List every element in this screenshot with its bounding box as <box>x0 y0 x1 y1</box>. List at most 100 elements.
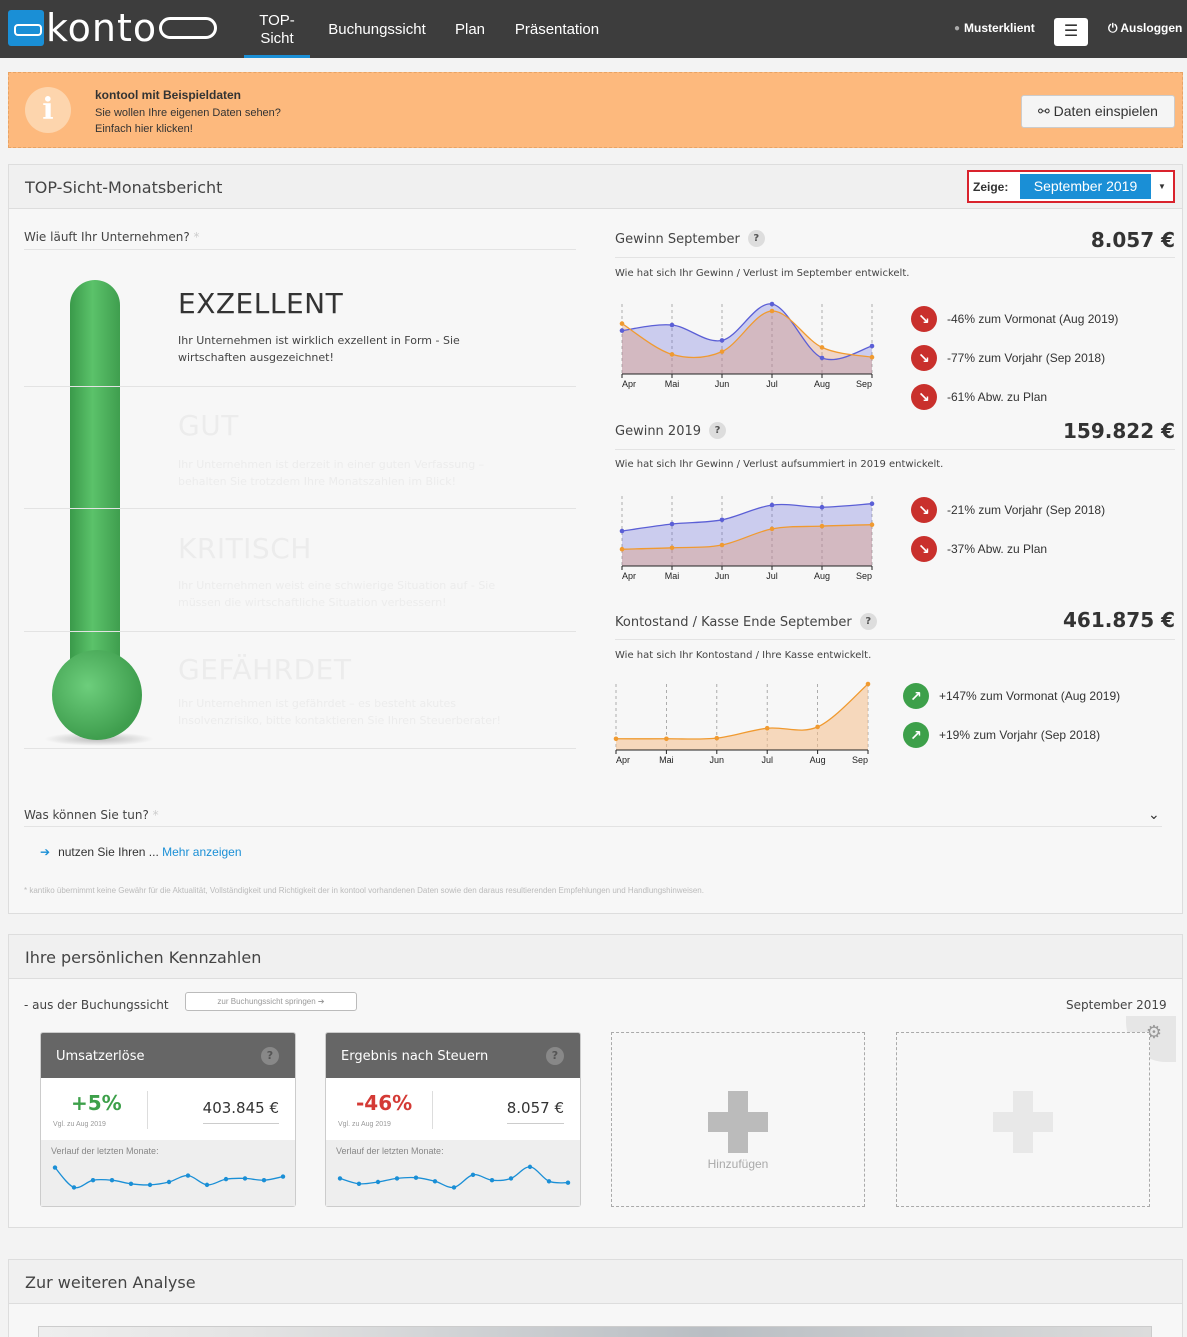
help-icon[interactable]: ? <box>546 1047 564 1065</box>
add-kpi-card[interactable]: Hinzufügen <box>611 1032 865 1207</box>
level-title-endangered: GEFÄHRDET <box>178 653 352 686</box>
divider <box>24 631 576 632</box>
jump-to-buchungssicht-button[interactable]: zur Buchungssicht springen ➔ <box>185 992 357 1011</box>
help-icon[interactable]: ? <box>747 230 765 247</box>
chart-tick-label: Jun <box>715 379 730 389</box>
report-title: TOP-Sicht-Monatsbericht <box>25 178 223 197</box>
stat-item: ↘ -61% Abw. zu Plan <box>911 384 1047 410</box>
chart-point <box>869 501 875 506</box>
chart-tick-label: Mai <box>659 755 674 765</box>
chart-gewinn-2019: Apr Mai Jun Jul Aug Sep <box>619 496 875 581</box>
top-navbar: konto TOP- Sicht Buchungssicht Plan Präs… <box>0 0 1187 58</box>
month-selector-label: Zeige: <box>973 180 1009 194</box>
kontool-logo[interactable]: konto <box>8 6 226 50</box>
banner-title: kontool mit Beispieldaten <box>95 88 242 102</box>
divider <box>615 639 1175 640</box>
sparkline-point <box>204 1182 210 1188</box>
action-item: ➔ nutzen Sie Ihren ... Mehr anzeigen <box>40 845 242 859</box>
chart-point <box>769 526 775 532</box>
chart-point <box>714 735 720 741</box>
user-name: Musterklient <box>964 21 1035 35</box>
stat-text: -77% zum Vorjahr (Sep 2018) <box>947 351 1106 365</box>
caret-down-icon[interactable]: ▼ <box>1153 174 1171 199</box>
chart-point <box>819 523 825 529</box>
month-selector[interactable]: Zeige: September 2019 ▼ <box>967 170 1175 203</box>
analysis-title: Zur weiteren Analyse <box>25 1273 196 1292</box>
nav-top-sicht-line2: Sicht <box>260 29 294 47</box>
kpi-card-ergebnis[interactable]: Ergebnis nach Steuern ? -46% Vgl. zu Aug… <box>325 1032 581 1207</box>
arrow-down-right-icon: ↘ <box>911 384 937 410</box>
level-title-excellent: EXZELLENT <box>178 287 344 320</box>
stat-text: +147% zum Vormonat (Aug 2019) <box>939 689 1121 703</box>
chart-point <box>719 542 725 548</box>
metric-title-text: Gewinn 2019 <box>615 424 702 439</box>
month-selector-value[interactable]: September 2019 <box>1020 174 1151 199</box>
chevron-down-icon[interactable]: ⌄ <box>1148 806 1160 823</box>
sparkline-point <box>185 1173 191 1178</box>
sparkline-point <box>223 1176 229 1182</box>
metric-value-gewinn-2019: 159.822 € <box>1063 419 1175 443</box>
sparkline-point <box>432 1179 438 1184</box>
sparkline-point <box>71 1185 77 1190</box>
sparkline-point <box>242 1176 248 1181</box>
stat-item: ↘ -46% zum Vormonat (Aug 2019) <box>911 306 1118 332</box>
level-text-critical: Ihr Unternehmen weist eine schwierige Si… <box>178 579 496 609</box>
nav-top-sicht[interactable]: TOP- Sicht <box>244 0 310 58</box>
chart-point <box>869 522 875 527</box>
help-icon[interactable]: ? <box>709 422 727 439</box>
analysis-preview[interactable] <box>38 1326 1152 1337</box>
kpi-sparkline <box>52 1165 286 1190</box>
help-icon[interactable]: ? <box>261 1047 279 1065</box>
sparkline-point <box>52 1165 58 1170</box>
hamburger-menu-icon[interactable]: ☰ <box>1054 18 1088 46</box>
logout-button[interactable]: ⏻ Ausloggen <box>1108 21 1182 36</box>
actions-heading: Was können Sie tun? * <box>24 808 159 822</box>
user-menu[interactable]: ● Musterklient <box>954 21 1035 35</box>
sparkline-point <box>508 1176 514 1181</box>
add-kpi-card-empty[interactable] <box>896 1032 1150 1207</box>
stat-item: ↘ -21% zum Vorjahr (Sep 2018) <box>911 497 1105 523</box>
kennzahlen-month: September 2019 <box>1066 998 1167 1012</box>
nav-praesentation[interactable]: Präsentation <box>506 0 608 58</box>
help-icon[interactable]: ? <box>859 613 877 630</box>
divider <box>24 826 1162 827</box>
metric-title-gewinn-2019: Gewinn 2019? <box>615 422 727 439</box>
stat-text: -46% zum Vormonat (Aug 2019) <box>947 312 1119 326</box>
chart-point <box>764 725 770 731</box>
chart-kontostand: Apr Mai Jun Jul Aug Sep <box>613 681 871 765</box>
chart-point <box>819 355 825 361</box>
chart-point <box>613 736 619 742</box>
metric-subtitle: Wie hat sich Ihr Gewinn / Verlust aufsum… <box>615 459 944 470</box>
nav-buchungssicht[interactable]: Buchungssicht <box>318 0 436 58</box>
chart-point <box>769 502 775 508</box>
import-data-button[interactable]: ⚯ Daten einspielen <box>1021 95 1175 128</box>
sparkline-point <box>527 1164 533 1170</box>
chart-tick-label: Aug <box>814 571 830 581</box>
arrow-down-right-icon: ↘ <box>911 497 937 523</box>
chart-point <box>719 349 725 354</box>
banner-line-2[interactable]: Einfach hier klicken! <box>95 123 193 135</box>
kpi-card-header: Ergebnis nach Steuern ? <box>326 1033 580 1078</box>
kpi-card-header: Umsatzerlöse ? <box>41 1033 295 1078</box>
sample-data-banner[interactable]: i kontool mit Beispieldaten Sie wollen I… <box>8 72 1183 148</box>
kennzahlen-header: Ihre persönlichen Kennzahlen <box>9 935 1182 979</box>
chart-point <box>719 517 725 523</box>
chart-tick-label: Jul <box>761 755 773 765</box>
action-text: nutzen Sie Ihren ... <box>58 845 163 859</box>
metric-title-text: Kontostand / Kasse Ende September <box>615 615 852 630</box>
kpi-comparison: Vgl. zu Aug 2019 <box>53 1121 106 1128</box>
kpi-card-umsatzerloese[interactable]: Umsatzerlöse ? +5% Vgl. zu Aug 2019 403.… <box>40 1032 296 1207</box>
metric-title-kontostand: Kontostand / Kasse Ende September? <box>615 613 877 630</box>
analysis-header: Zur weiteren Analyse <box>9 1260 1182 1304</box>
logo-mark-icon <box>8 10 44 46</box>
show-more-link[interactable]: Mehr anzeigen <box>162 845 241 859</box>
kpi-comparison: Vgl. zu Aug 2019 <box>338 1121 391 1128</box>
chart-point <box>869 354 875 360</box>
nav-plan[interactable]: Plan <box>446 0 494 58</box>
stat-text: -61% Abw. zu Plan <box>947 390 1048 404</box>
kennzahlen-title: Ihre persönlichen Kennzahlen <box>25 948 262 967</box>
sparkline-point <box>280 1174 286 1179</box>
chart-point <box>619 528 625 534</box>
actions-heading-text: Was können Sie tun? <box>24 808 149 822</box>
chart-tick-label: Mai <box>665 571 680 581</box>
